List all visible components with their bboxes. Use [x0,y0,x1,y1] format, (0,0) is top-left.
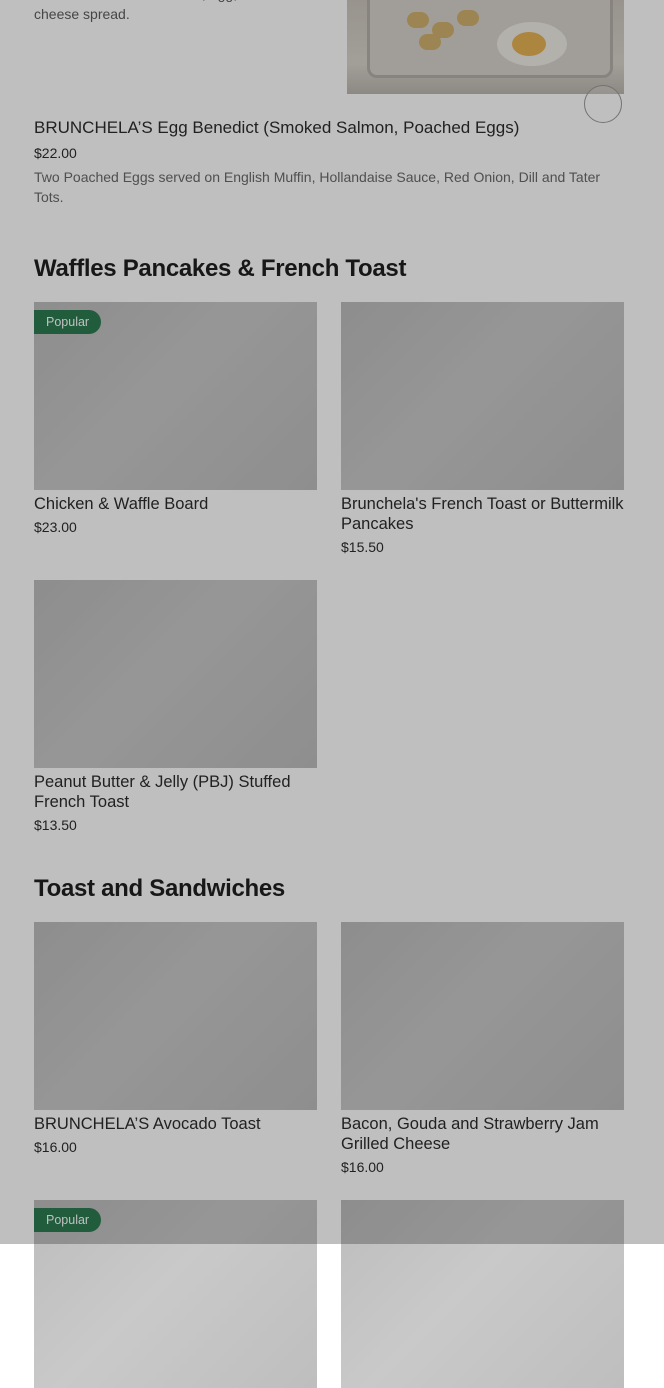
menu-item-price: $22.00 [34,145,77,161]
menu-card-price: $16.00 [34,1139,77,1155]
menu-card-image: Popular [34,1200,317,1388]
menu-card-partial-right[interactable] [341,1200,624,1388]
menu-card-pbj-french-toast[interactable]: Peanut Butter & Jelly (PBJ) Stuffed Fren… [34,580,317,834]
menu-page: Comes with fresh croissant, egg, and cre… [0,0,664,1388]
tray-graphic [367,0,613,78]
menu-item-photo [347,0,624,94]
menu-card-title: Chicken & Waffle Board [34,495,209,513]
section-title-waffles: Waffles Pancakes & French Toast [34,255,407,282]
menu-card-title: Bacon, Gouda and Strawberry Jam Grilled … [341,1115,599,1153]
menu-item-title: BRUNCHELA’S Egg Benedict (Smoked Salmon,… [34,118,520,137]
menu-item-description: Two Poached Eggs served on English Muffi… [34,169,601,205]
menu-card-title: BRUNCHELA’S Avocado Toast [34,1115,261,1133]
menu-card-price: $15.50 [341,539,384,555]
menu-item-partial[interactable]: Comes with fresh croissant, egg, and cre… [0,0,664,100]
menu-card-french-toast[interactable]: Brunchela's French Toast or Buttermilk P… [341,302,624,556]
menu-card-title: Peanut Butter & Jelly (PBJ) Stuffed Fren… [34,773,291,811]
menu-card-price: $13.50 [34,817,77,833]
menu-card-title: Brunchela's French Toast or Buttermilk P… [341,495,624,533]
menu-card-image [341,302,624,490]
menu-card-image [341,922,624,1110]
tater-tot-graphic [407,12,429,28]
tater-tot-graphic [419,34,441,50]
menu-item-benedict[interactable]: BRUNCHELA’S Egg Benedict (Smoked Salmon,… [34,117,624,207]
egg-yolk-graphic [512,32,546,56]
menu-card-avocado-toast[interactable]: BRUNCHELA’S Avocado Toast $16.00 [34,922,317,1156]
menu-card-chicken-waffle[interactable]: Popular Chicken & Waffle Board $23.00 [34,302,317,536]
menu-card-grilled-cheese[interactable]: Bacon, Gouda and Strawberry Jam Grilled … [341,922,624,1176]
menu-card-partial-left[interactable]: Popular [34,1200,317,1388]
menu-card-image: Popular [34,302,317,490]
tater-tot-graphic [457,10,479,26]
menu-card-image [34,922,317,1110]
menu-card-image [341,1200,624,1388]
section-title-toast: Toast and Sandwiches [34,875,285,902]
menu-card-price: $23.00 [34,519,77,535]
popular-badge: Popular [34,310,102,334]
menu-card-image [34,580,317,768]
menu-card-price: $16.00 [341,1159,384,1175]
popular-badge: Popular [34,1208,102,1232]
menu-item-description: Comes with fresh croissant, egg, and cre… [34,0,307,22]
